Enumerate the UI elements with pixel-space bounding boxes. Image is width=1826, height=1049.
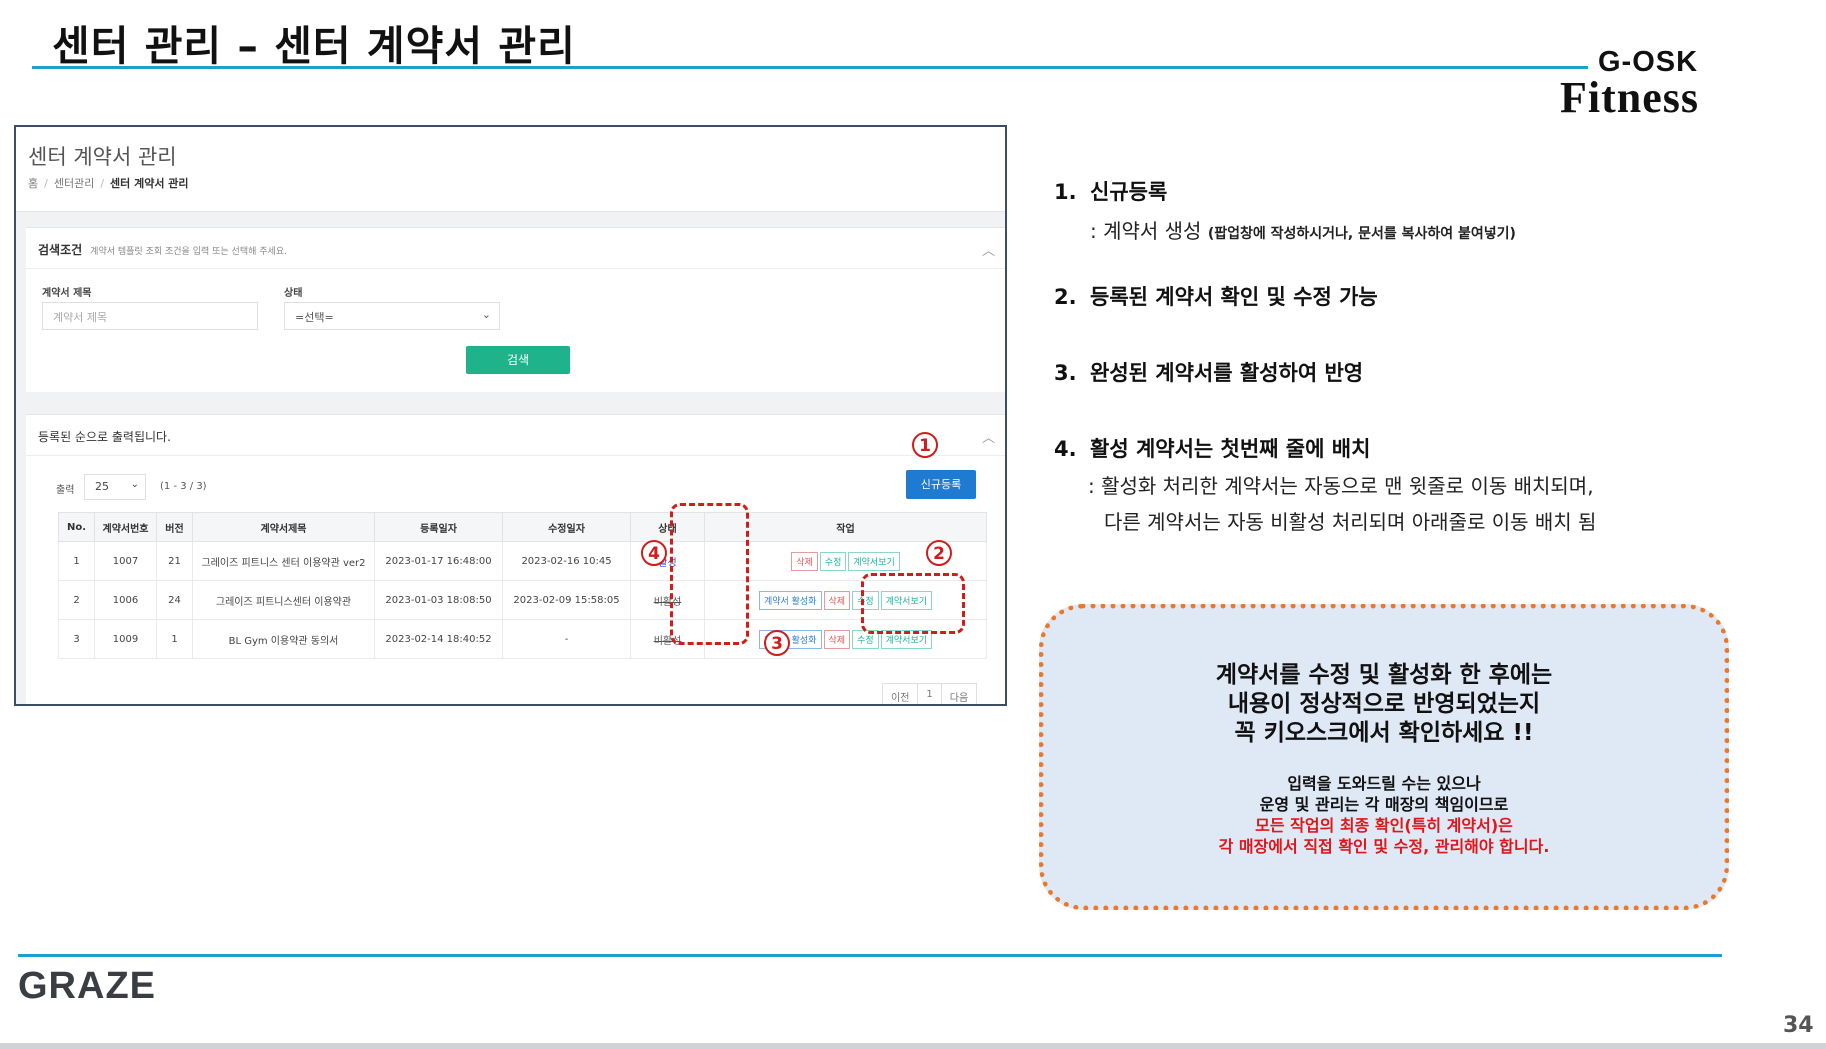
page-1-button[interactable]: 1	[918, 684, 942, 704]
step-3: 3. 완성된 계약서를 활성하여 반영	[1054, 361, 1364, 385]
prev-page-button[interactable]: 이전	[883, 684, 919, 704]
step-4-detail-line1: : 활성화 처리한 계약서는 자동으로 맨 윗줄로 이동 배치되며,	[1088, 474, 1594, 498]
cell-no: 1	[58, 541, 95, 581]
search-card: 검색조건 계약서 템플릿 조회 조건을 입력 또는 선택해 주세요. ︿ 계약서 …	[26, 227, 1005, 392]
search-card-desc: 계약서 템플릿 조회 조건을 입력 또는 선택해 주세요.	[90, 247, 287, 257]
cell-version: 1	[156, 619, 193, 659]
chevron-down-icon: ⌄	[130, 479, 139, 490]
step-1-detail-note: (팝업창에 작성하시거나, 문서를 복사하여 붙여넣기)	[1207, 226, 1516, 242]
cell-created: 2023-01-03 18:08:50	[374, 580, 503, 620]
col-contract-no: 계약서번호	[94, 512, 157, 542]
notice-warning: 모든 작업의 최종 확인(특히 계약서)은	[1255, 816, 1513, 835]
graze-logo: GRAZE	[18, 965, 156, 1007]
cell-created: 2023-02-14 18:40:52	[374, 619, 503, 659]
col-no: No.	[58, 512, 95, 542]
new-register-button[interactable]: 신규등록	[906, 470, 976, 499]
cell-modified: -	[502, 619, 631, 659]
annotation-3: 3	[764, 630, 790, 656]
col-version: 버전	[156, 512, 193, 542]
slide-title: 센터 관리 – 센터 계약서 관리	[52, 22, 576, 70]
step-1-detail: : 계약서 생성 (팝업창에 작성하시거나, 문서를 복사하여 붙여넣기)	[1090, 219, 1516, 243]
contract-title-input[interactable]: 계약서 제목	[42, 302, 258, 330]
per-page-select[interactable]: 25 ⌄	[84, 474, 146, 500]
edit-view-highlight	[861, 573, 965, 634]
step-4: 4. 활성 계약서는 첫번째 줄에 배치	[1054, 437, 1371, 461]
edit-button[interactable]: 수정	[819, 551, 847, 571]
brand-logo-bottom: Fitness	[1560, 73, 1699, 122]
collapse-chevron-icon[interactable]: ︿	[982, 240, 995, 259]
screen-header: 센터 계약서 관리 홈 / 센터관리 / 센터 계약서 관리	[16, 127, 1005, 212]
cell-version: 24	[156, 580, 193, 620]
cell-no: 3	[58, 619, 95, 659]
table-row: 2 1006 24 그레이즈 피트니스센터 이용약관 2023-01-03 18…	[58, 580, 987, 620]
screen-title: 센터 계약서 관리	[28, 145, 177, 169]
col-modified: 수정일자	[502, 512, 631, 542]
cell-title: 그레이즈 피트니스 센터 이용약관 ver2	[192, 541, 375, 581]
cell-created: 2023-01-17 16:48:00	[374, 541, 503, 581]
chevron-down-icon: ⌄	[481, 308, 491, 321]
cell-title: 그레이즈 피트니스센터 이용약관	[192, 580, 375, 620]
cell-contract-no: 1007	[94, 541, 157, 581]
kiosk-check-notice: 계약서를 수정 및 활성화 한 후에는 내용이 정상적으로 반영되었는지 꼭 키…	[1039, 604, 1729, 910]
col-created: 등록일자	[374, 512, 503, 542]
view-contract-button[interactable]: 계약서보기	[848, 551, 900, 571]
page-number: 34	[1783, 1013, 1814, 1038]
bottom-bar	[0, 1043, 1826, 1049]
title-field-label: 계약서 제목	[42, 288, 92, 299]
breadcrumb: 홈 / 센터관리 / 센터 계약서 관리	[28, 177, 189, 190]
cell-contract-no: 1009	[94, 619, 157, 659]
breadcrumb-current: 센터 계약서 관리	[110, 177, 189, 190]
step-4-detail-line2: 다른 계약서는 자동 비활성 처리되며 아래줄로 이동 배치 됨	[1104, 510, 1597, 534]
table-row: 3 1009 1 BL Gym 이용약관 동의서 2023-02-14 18:4…	[58, 619, 987, 659]
list-card-header: 등록된 순으로 출력됩니다. ︿	[26, 415, 1005, 456]
cell-title: BL Gym 이용약관 동의서	[192, 619, 375, 659]
cell-version: 21	[156, 541, 193, 581]
search-card-header: 검색조건 계약서 템플릿 조회 조건을 입력 또는 선택해 주세요. ︿	[26, 228, 1005, 269]
title-divider	[32, 66, 1588, 69]
cell-modified: 2023-02-09 15:58:05	[502, 580, 631, 620]
pagination: 이전 1 다음	[882, 683, 978, 704]
activate-contract-button[interactable]: 계약서 활성화	[758, 590, 822, 610]
cell-modified: 2023-02-16 10:45	[502, 541, 631, 581]
delete-button[interactable]: 삭제	[823, 629, 851, 649]
collapse-chevron-icon[interactable]: ︿	[982, 427, 995, 446]
footer-divider	[18, 954, 1722, 957]
status-column-highlight	[670, 503, 749, 645]
annotation-2: 2	[926, 540, 952, 566]
status-select[interactable]: =선택= ⌄	[284, 302, 500, 330]
next-page-button[interactable]: 다음	[942, 684, 976, 704]
list-card: 등록된 순으로 출력됩니다. ︿ 출력 25 ⌄ (1 - 3 / 3) 신규등록…	[26, 414, 1005, 704]
search-card-title: 검색조건 계약서 템플릿 조회 조건을 입력 또는 선택해 주세요.	[38, 243, 287, 257]
table-header-row: No. 계약서번호 버전 계약서제목 등록일자 수정일자 상태 작업	[58, 512, 987, 542]
search-button[interactable]: 검색	[466, 346, 570, 374]
notice-main: 계약서를 수정 및 활성화 한 후에는 내용이 정상적으로 반영되었는지 꼭 키…	[1215, 662, 1553, 746]
record-count: (1 - 3 / 3)	[160, 481, 207, 492]
contract-management-screenshot: 센터 계약서 관리 홈 / 센터관리 / 센터 계약서 관리 검색조건 계약서 템플릿 조…	[14, 125, 1007, 706]
notice-warning: 각 매장에서 직접 확인 및 수정, 관리해야 합니다.	[1218, 837, 1550, 856]
notice-sub: 입력을 도와드릴 수는 있으나 운영 및 관리는 각 매장의 책임이므로 모든 …	[1044, 773, 1724, 857]
per-page-label: 출력	[56, 485, 75, 496]
cell-no: 2	[58, 580, 95, 620]
annotation-4: 4	[641, 540, 667, 566]
breadcrumb-center[interactable]: 센터관리	[54, 177, 94, 190]
list-card-title: 등록된 순으로 출력됩니다.	[38, 430, 171, 444]
delete-button[interactable]: 삭제	[791, 551, 818, 571]
step-1: 1. 신규등록	[1054, 180, 1168, 204]
contract-table: No. 계약서번호 버전 계약서제목 등록일자 수정일자 상태 작업 1 100…	[58, 512, 987, 659]
annotation-1: 1	[912, 432, 938, 458]
table-row: 1 1007 21 그레이즈 피트니스 센터 이용약관 ver2 2023-01…	[58, 541, 987, 581]
breadcrumb-home[interactable]: 홈	[28, 177, 38, 190]
cell-contract-no: 1006	[94, 580, 157, 620]
col-title: 계약서제목	[192, 512, 375, 542]
delete-button[interactable]: 삭제	[823, 590, 851, 610]
step-2: 2. 등록된 계약서 확인 및 수정 가능	[1054, 285, 1378, 309]
status-field-label: 상태	[284, 288, 303, 299]
